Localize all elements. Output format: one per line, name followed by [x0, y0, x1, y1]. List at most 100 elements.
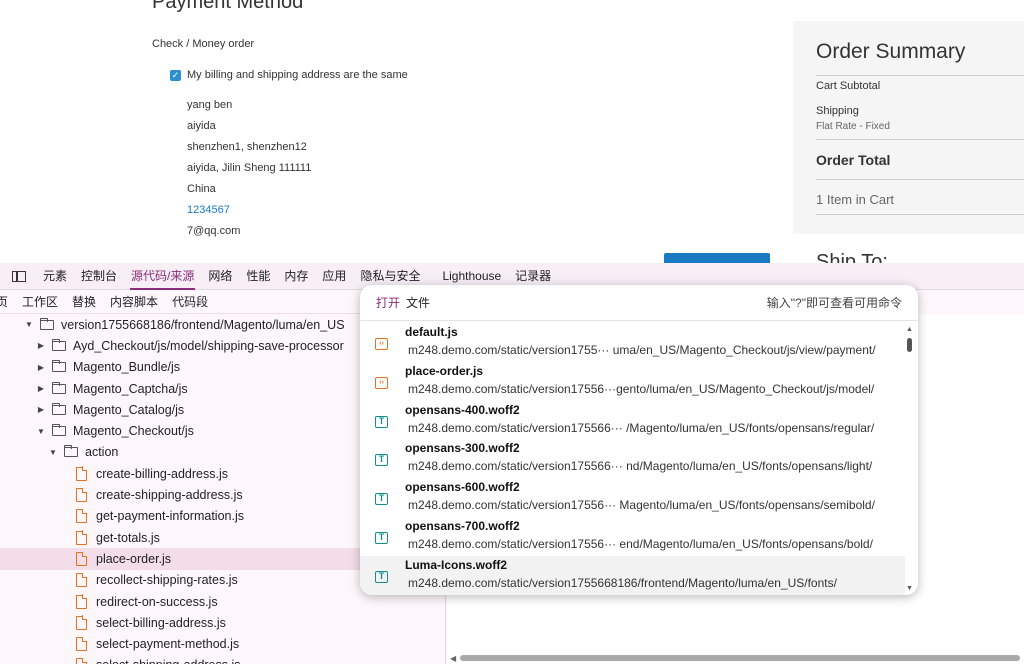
devtools-tab[interactable]: 元素: [36, 263, 74, 290]
result-file-path: m248.demo.com/static/version1755668186/f…: [408, 575, 837, 590]
chevron-down-icon[interactable]: ▼: [48, 448, 58, 457]
palette-prefix: 打开: [376, 296, 401, 310]
font-icon: T: [375, 493, 388, 506]
chevron-right-icon[interactable]: ▶: [36, 341, 46, 350]
file-icon: [76, 530, 88, 545]
result-file-name: opensans-400.woff2: [405, 402, 520, 417]
tree-item-label: redirect-on-success.js: [96, 594, 218, 609]
result-file-path: m248.demo.com/static/version17556···gent…: [408, 381, 875, 396]
navigator-tab[interactable]: 页: [0, 291, 15, 313]
font-icon: T: [375, 415, 388, 428]
scroll-down-icon[interactable]: ▼: [906, 585, 913, 592]
folder-icon: [63, 445, 78, 458]
divider: [816, 214, 1024, 215]
result-file-name: opensans-300.woff2: [405, 441, 520, 456]
horizontal-scrollbar[interactable]: ◀: [447, 652, 1024, 664]
navigator-tab[interactable]: 工作区: [15, 291, 65, 313]
tree-file[interactable]: select-shipping-address.js: [0, 655, 445, 664]
folder-icon: [51, 381, 66, 394]
file-icon: [76, 657, 88, 664]
checkbox-checked-icon[interactable]: ✓: [170, 69, 181, 81]
sources-navigator-tabs: 页工作区 替换 内容脚本 代码段: [0, 291, 360, 314]
device-toolbar-icon[interactable]: [12, 270, 26, 282]
palette-result-item[interactable]: Topensans-600.woff2 m248.demo.com/static/…: [360, 478, 905, 517]
chevron-right-icon[interactable]: ▶: [36, 384, 46, 393]
palette-result-item[interactable]: Topensans-300.woff2 m248.demo.com/static/…: [360, 439, 905, 478]
screen: Payment Method Check / Money order ✓ My …: [0, 0, 1024, 664]
tree-item-label: create-billing-address.js: [96, 466, 229, 481]
devtools-tab[interactable]: 控制台: [74, 263, 124, 290]
result-file-name: place-order.js: [405, 363, 484, 378]
ship-to-title: Ship To:: [816, 251, 888, 263]
file-icon: [76, 636, 88, 652]
same-address-label: My billing and shipping address are the …: [187, 69, 408, 81]
palette-query-input[interactable]: 文件: [406, 294, 430, 311]
palette-result-item[interactable]: ‹› default.js m248.demo.com/static/version…: [360, 323, 905, 362]
address-name: yang ben: [187, 99, 233, 111]
palette-header[interactable]: 打开 文件 输入"?"即可查看可用命令: [360, 285, 918, 321]
place-order-button[interactable]: [664, 253, 770, 263]
tree-item-label: recollect-shipping-rates.js: [96, 573, 238, 588]
devtools-tab[interactable]: 源代码/来源: [124, 263, 201, 290]
palette-result-item[interactable]: Topensans-400.woff2 m248.demo.com/static/…: [360, 401, 905, 440]
address-phone-link[interactable]: 1234567: [187, 200, 311, 221]
tree-item-label: select-payment-method.js: [96, 637, 240, 652]
tree-item-label: Magento_Checkout/js: [73, 424, 194, 439]
tree-item-label: Ayd_Checkout/js/model/shipping-save-proc…: [73, 338, 344, 353]
divider: [816, 179, 1024, 180]
chevron-down-icon[interactable]: ▼: [24, 320, 34, 329]
devtools-tab[interactable]: 应用: [315, 263, 353, 290]
checkout-page: Payment Method Check / Money order ✓ My …: [0, 0, 1024, 263]
address-email: 7@qq.com: [187, 225, 241, 237]
tree-item-label: get-payment-information.js: [96, 509, 244, 524]
tree-item-label: Magento_Bundle/js: [73, 360, 181, 375]
tree-file[interactable]: select-billing-address.js: [0, 612, 445, 633]
scrollbar-thumb[interactable]: [907, 338, 912, 352]
folder-icon: [51, 360, 66, 373]
devtools-tab[interactable]: 网络: [201, 263, 239, 290]
font-icon: T: [375, 531, 388, 544]
tree-item-label: select-billing-address.js: [96, 615, 226, 630]
payment-method-title: Payment Method: [152, 0, 304, 13]
result-file-name: default.js: [405, 325, 458, 339]
address-city: aiyida, Jilin Sheng 111111: [187, 162, 312, 174]
navigator-tab[interactable]: 替换: [65, 291, 103, 313]
scroll-up-icon[interactable]: ▲: [906, 326, 913, 333]
result-file-path: m248.demo.com/static/version17556··· end…: [408, 536, 873, 551]
folder-icon: [51, 424, 66, 437]
tree-item-label: place-order.js: [96, 551, 172, 566]
palette-result-item[interactable]: ‹› place-order.js m248.demo.com/static/ver…: [360, 362, 905, 401]
divider: [816, 139, 1024, 140]
same-address-row[interactable]: ✓ My billing and shipping address are th…: [170, 69, 408, 81]
palette-results: ‹› default.js m248.demo.com/static/version…: [360, 323, 905, 595]
file-icon: [76, 487, 88, 503]
cart-subtotal-label: Cart Subtotal: [816, 80, 881, 92]
tree-item-label: Magento_Captcha/js: [73, 381, 188, 396]
devtools-tab[interactable]: 内存: [277, 263, 315, 290]
scroll-left-icon[interactable]: ◀: [450, 654, 456, 663]
open-file-palette: 打开 文件 输入"?"即可查看可用命令 ‹› default.js m248.dem…: [360, 285, 918, 595]
result-file-name: Luma-Icons.woff2: [405, 557, 508, 572]
palette-result-item[interactable]: T Luma-Icons.woff2 m248.demo.com/static/ve…: [360, 555, 905, 595]
palette-result-item[interactable]: Topensans-700.woff2 m248.demo.com/static/…: [360, 517, 905, 556]
result-file-name: opensans-600.woff2: [405, 480, 520, 495]
navigator-tab[interactable]: 代码段: [165, 291, 215, 313]
chevron-right-icon[interactable]: ▶: [36, 405, 46, 414]
palette-scrollbar[interactable]: ▲ ▼: [905, 323, 915, 595]
tree-file[interactable]: select-payment-method.js: [0, 633, 445, 654]
chevron-right-icon[interactable]: ▶: [36, 363, 46, 372]
tree-item-label: Magento_Catalog/js: [73, 402, 185, 417]
scrollbar-thumb[interactable]: [460, 655, 1020, 661]
payment-method-name[interactable]: Check / Money order: [152, 38, 254, 50]
navigator-tab[interactable]: 内容脚本: [103, 291, 165, 313]
font-icon: T: [375, 454, 388, 467]
tree-item-label: create-shipping-address.js: [96, 488, 243, 503]
file-icon: [76, 594, 88, 609]
result-file-path: m248.demo.com/static/version175566··· nd…: [408, 459, 873, 474]
items-in-cart-toggle[interactable]: 1 Item in Cart: [816, 192, 894, 207]
order-summary: Order Summary Cart Subtotal Shipping Fla…: [793, 21, 1024, 234]
result-file-path: m248.demo.com/static/version175566··· /M…: [408, 420, 875, 435]
palette-hint: 输入"?"即可查看可用命令: [766, 296, 902, 310]
devtools-tab[interactable]: 性能: [239, 263, 277, 290]
chevron-down-icon[interactable]: ▼: [36, 427, 46, 436]
